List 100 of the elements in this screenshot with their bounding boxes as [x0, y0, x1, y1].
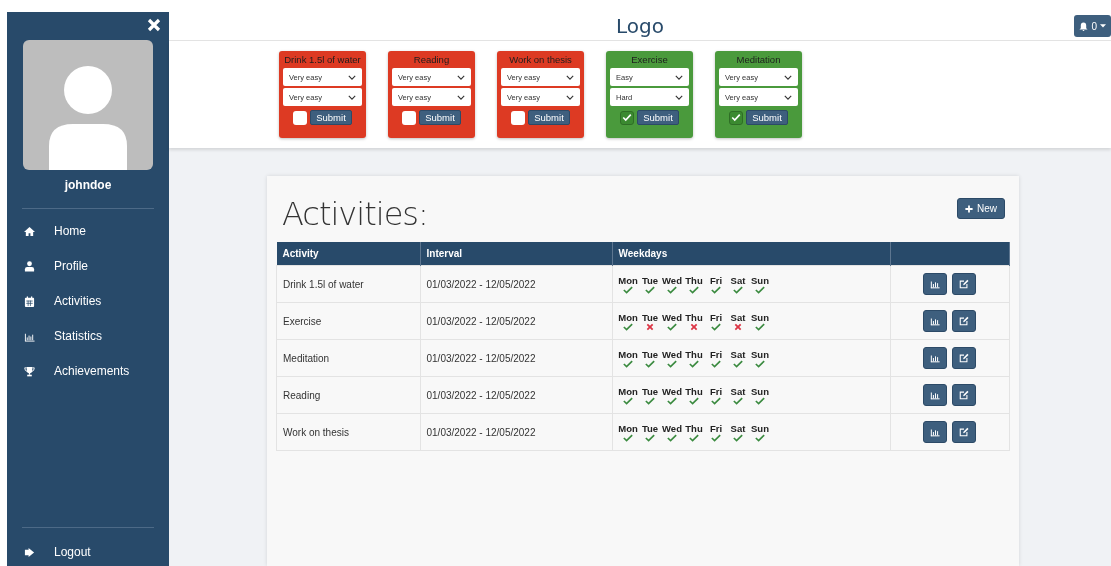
page-title: Activities: — [282, 195, 428, 233]
weekday-label: Sat — [730, 422, 746, 434]
statistics-button[interactable] — [923, 310, 948, 332]
username: johndoe — [64, 178, 112, 192]
table-cell: Meditation — [276, 339, 420, 377]
weekday-label: Sun — [751, 385, 769, 397]
column-header: Interval — [420, 242, 612, 266]
habit-title: Work on thesis — [509, 54, 572, 65]
weekday-label: Tue — [641, 274, 659, 286]
chevron-icon — [348, 94, 356, 100]
weekday-label: Sun — [751, 348, 769, 360]
habit-title: Meditation — [736, 54, 781, 65]
weekday-label: Thu — [685, 348, 703, 360]
nav-item[interactable]: Home — [7, 221, 169, 241]
weekday-label: Sat — [730, 274, 746, 286]
chevron-icon — [566, 94, 574, 100]
weekday-label: Mon — [618, 422, 638, 434]
weekday-label: Fri — [709, 422, 723, 434]
weekday-label: Sat — [730, 385, 746, 397]
edit-icon — [959, 390, 970, 400]
weekday-label: Sun — [751, 311, 769, 323]
chart-icon — [930, 390, 941, 400]
chevron-icon — [675, 94, 683, 100]
weekday-label: Mon — [618, 385, 638, 397]
table-cell: 01/03/2022 - 12/05/2022 — [420, 265, 612, 303]
habit-title: Drink 1.5l of water — [284, 54, 361, 65]
chevron-icon — [457, 94, 465, 100]
weekday-label: Tue — [641, 311, 659, 323]
bell-icon — [1079, 21, 1089, 31]
plus-icon — [965, 204, 973, 213]
weekday-label: Tue — [641, 385, 659, 397]
submit-button[interactable]: Submit — [637, 110, 679, 125]
weekday-label: Sat — [730, 348, 746, 360]
weekday-label: Mon — [618, 348, 638, 360]
chevron-icon — [566, 74, 574, 80]
weekday-label: Thu — [685, 385, 703, 397]
calendar-icon — [24, 295, 35, 307]
statistics-button[interactable] — [923, 421, 948, 443]
chevron-icon — [348, 74, 356, 80]
edit-button[interactable] — [952, 347, 977, 369]
home-icon — [24, 225, 35, 237]
checkbox[interactable] — [402, 110, 417, 125]
table-cell: Drink 1.5l of water — [276, 265, 420, 303]
avatar-icon — [23, 40, 153, 170]
edit-button[interactable] — [952, 310, 977, 332]
close-icon[interactable] — [147, 18, 161, 32]
table-cell: 01/03/2022 - 12/05/2022 — [420, 302, 612, 340]
column-header: Weekdays — [612, 242, 890, 266]
chart-icon — [930, 316, 941, 326]
caret-icon — [1100, 24, 1106, 28]
chart-icon — [930, 353, 941, 363]
weekday-label: Mon — [618, 274, 638, 286]
nav-item[interactable]: Profile — [7, 256, 169, 276]
weekday-label: Tue — [641, 422, 659, 434]
checkbox[interactable] — [620, 110, 635, 125]
nav-item[interactable]: Achievements — [7, 361, 169, 381]
submit-button[interactable]: Submit — [528, 110, 570, 125]
weekday-label: Wed — [662, 274, 682, 286]
chart-icon — [930, 427, 941, 437]
table-cell: 01/03/2022 - 12/05/2022 — [420, 339, 612, 377]
statistics-button[interactable] — [923, 384, 948, 406]
weekday-label: Fri — [709, 348, 723, 360]
checkbox[interactable] — [293, 110, 308, 125]
chevron-icon — [784, 74, 792, 80]
habit-title: Reading — [413, 54, 450, 65]
nav-item[interactable]: Activities — [7, 291, 169, 311]
submit-button[interactable]: Submit — [419, 110, 461, 125]
user-icon — [24, 260, 35, 272]
weekday-label: Fri — [709, 274, 723, 286]
chevron-icon — [675, 74, 683, 80]
weekday-label: Tue — [641, 348, 659, 360]
column-header: Activity — [276, 242, 420, 266]
weekday-label: Wed — [662, 348, 682, 360]
statistics-button[interactable] — [923, 273, 948, 295]
edit-button[interactable] — [952, 273, 977, 295]
habit-title: Exercise — [631, 54, 668, 65]
table-cell: 01/03/2022 - 12/05/2022 — [420, 376, 612, 414]
weekday-label: Sun — [751, 422, 769, 434]
statistics-button[interactable] — [923, 347, 948, 369]
weekday-label: Thu — [685, 311, 703, 323]
submit-button[interactable]: Submit — [746, 110, 788, 125]
table-cell: Work on thesis — [276, 413, 420, 451]
checkbox[interactable] — [729, 110, 744, 125]
weekday-label: Wed — [662, 385, 682, 397]
new-button[interactable]: New — [957, 198, 1005, 219]
chevron-icon — [457, 74, 465, 80]
weekday-label: Mon — [618, 311, 638, 323]
logo: Logo — [616, 14, 664, 38]
nav-item[interactable]: Statistics — [7, 326, 169, 346]
notifications-button[interactable]: 0 — [1074, 15, 1111, 37]
checkbox[interactable] — [511, 110, 526, 125]
trophy-icon — [24, 365, 35, 377]
edit-button[interactable] — [952, 384, 977, 406]
logout-link[interactable]: Logout — [7, 542, 169, 562]
weekday-label: Sun — [751, 274, 769, 286]
table-cell: Exercise — [276, 302, 420, 340]
chevron-icon — [784, 94, 792, 100]
weekday-label: Fri — [709, 385, 723, 397]
submit-button[interactable]: Submit — [310, 110, 352, 125]
edit-button[interactable] — [952, 421, 977, 443]
